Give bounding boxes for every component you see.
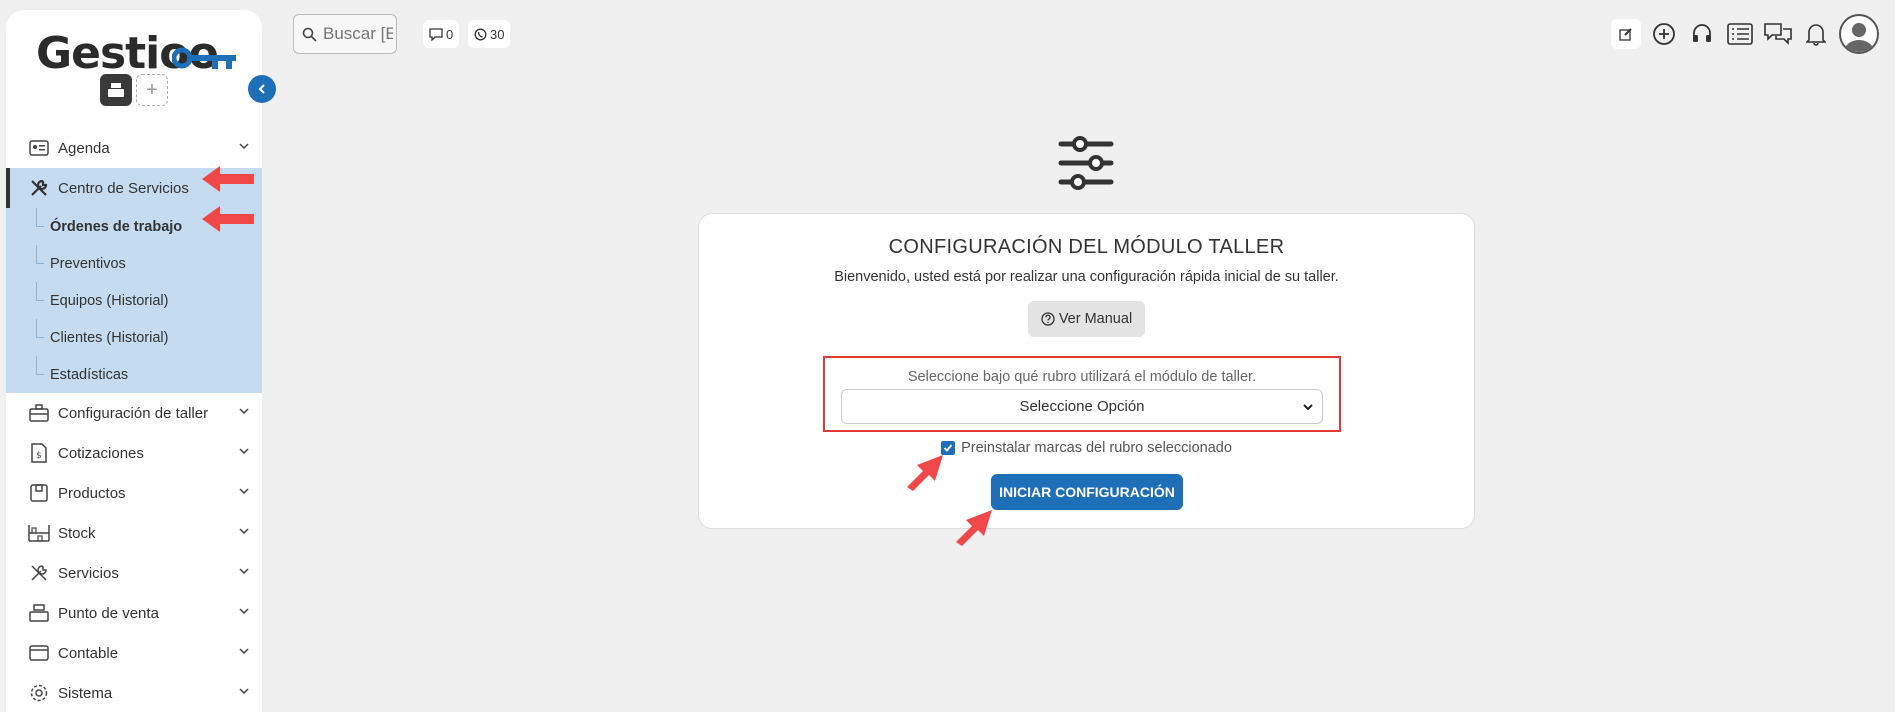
sidebar-item-label: Centro de Servicios [58,179,189,197]
tools-icon [28,562,50,584]
cash-register-icon [28,602,50,624]
chat-button[interactable] [1763,19,1793,49]
sidebar-item-cotizaciones[interactable]: $ Cotizaciones [6,433,262,473]
annotation-arrow [202,206,254,232]
sidebar-item-stock[interactable]: Stock [6,513,262,553]
sidebar-item-contable[interactable]: Contable [6,633,262,673]
notifications-button[interactable] [1801,19,1831,49]
svg-text:$: $ [36,451,42,461]
rubro-select-value: Seleccione Opción [1019,398,1145,415]
sidebar-subitem-clientes[interactable]: Clientes (Historial) [6,319,262,356]
headset-icon [1693,24,1711,42]
logo-key-icon [172,47,236,69]
chevron-down-icon [1303,404,1313,411]
chevron-down-icon [239,408,249,415]
edit-icon [1619,28,1632,41]
sidebar-item-label: Contable [58,644,119,662]
sidebar-item-agenda[interactable]: Agenda [6,128,262,168]
sidebar-item-label: Agenda [58,139,110,157]
shelves-icon [28,522,50,544]
rubro-select-highlight: Seleccione bajo qué rubro utilizará el m… [823,356,1341,432]
chevron-down-icon [239,568,249,575]
sidebar-item-configuracion-taller[interactable]: Configuración de taller [6,393,262,433]
sidebar-item-sistema[interactable]: Sistema [6,673,262,712]
search-input[interactable] [323,24,393,44]
whatsapp-count: 30 [490,26,505,42]
support-button[interactable] [1687,19,1717,49]
annotation-arrow [907,455,943,491]
ver-manual-button[interactable]: Ver Manual [1027,301,1146,337]
sidebar-item-label: Stock [58,524,96,542]
iniciar-configuracion-button[interactable]: INICIAR CONFIGURACIÓN [991,474,1183,510]
chevron-left-icon [258,84,265,94]
chevron-down-icon [239,688,249,695]
chevron-down-icon [239,448,249,455]
rubro-select-label: Seleccione bajo qué rubro utilizará el m… [907,369,1257,385]
quote-file-icon: $ [28,442,50,464]
preinstall-label: Preinstalar marcas del rubro seleccionad… [961,440,1232,456]
tools-icon [28,177,50,199]
annotation-arrow [202,166,254,192]
card-title: CONFIGURACIÓN DEL MÓDULO TALLER [888,236,1285,258]
sidebar-subitem-preventivos[interactable]: Preventivos [6,245,262,282]
chat-icon [1764,23,1792,45]
add-button[interactable] [1649,19,1679,49]
sidebar-item-label: Sistema [58,684,113,702]
sidebar-item-label: Punto de venta [58,604,159,622]
sidebar-item-servicios[interactable]: Servicios [6,553,262,593]
whatsapp-icon [474,28,487,40]
list-button[interactable] [1725,19,1755,49]
box-icon [28,482,50,504]
workspace-switcher: + [100,74,168,106]
chevron-down-icon [239,648,249,655]
user-icon [1844,23,1874,52]
sidebar-item-label: Productos [58,484,126,502]
sidebar-item-label: Servicios [58,564,119,582]
check-icon [943,444,953,452]
search-box[interactable] [293,14,397,54]
wallet-icon [28,642,50,664]
bell-icon [1806,24,1826,46]
sidebar-item-productos[interactable]: Productos [6,473,262,513]
rubro-select[interactable]: Seleccione Opción [841,389,1323,424]
toolbox-icon [28,402,50,424]
preinstall-row: Preinstalar marcas del rubro seleccionad… [699,440,1474,456]
sliders-icon [1058,136,1114,190]
comment-icon [429,27,443,41]
sidebar-subitem-equipos[interactable]: Equipos (Historial) [6,282,262,319]
sidebar: Gestioo + Agenda Centro de Servicios Órd… [6,10,262,712]
chevron-down-icon [239,608,249,615]
question-circle-icon [1041,312,1055,326]
sidebar-item-label: Cotizaciones [58,444,144,462]
gear-icon [28,682,50,704]
edit-button[interactable] [1611,19,1641,49]
ver-manual-label: Ver Manual [1058,311,1133,327]
sidebar-item-label: Configuración de taller [58,404,209,422]
annotation-arrow [956,510,992,546]
collapse-sidebar-button[interactable] [248,75,276,103]
sidebar-subitem-estadisticas[interactable]: Estadísticas [6,356,262,393]
card-subtitle: Bienvenido, usted está por realizar una … [834,269,1339,285]
chevron-down-icon [239,488,249,495]
address-card-icon [28,137,50,159]
search-icon [302,27,317,42]
comments-count: 0 [446,26,454,42]
cash-register-button[interactable] [100,74,132,106]
whatsapp-counter[interactable]: 30 [468,20,511,48]
config-card: CONFIGURACIÓN DEL MÓDULO TALLER Bienveni… [698,213,1475,529]
add-workspace-button[interactable]: + [136,74,168,106]
comments-counter[interactable]: 0 [423,20,460,48]
chevron-down-icon [239,143,249,150]
plus-icon: + [146,78,158,101]
list-icon [1727,23,1753,45]
chevron-down-icon [239,528,249,535]
user-avatar[interactable] [1839,14,1879,54]
centro-servicios-group: Centro de Servicios Órdenes de trabajo P… [6,168,262,393]
top-actions [1611,14,1879,54]
sidebar-item-punto-venta[interactable]: Punto de venta [6,593,262,633]
cash-register-icon [108,83,124,97]
plus-circle-icon [1653,23,1675,45]
